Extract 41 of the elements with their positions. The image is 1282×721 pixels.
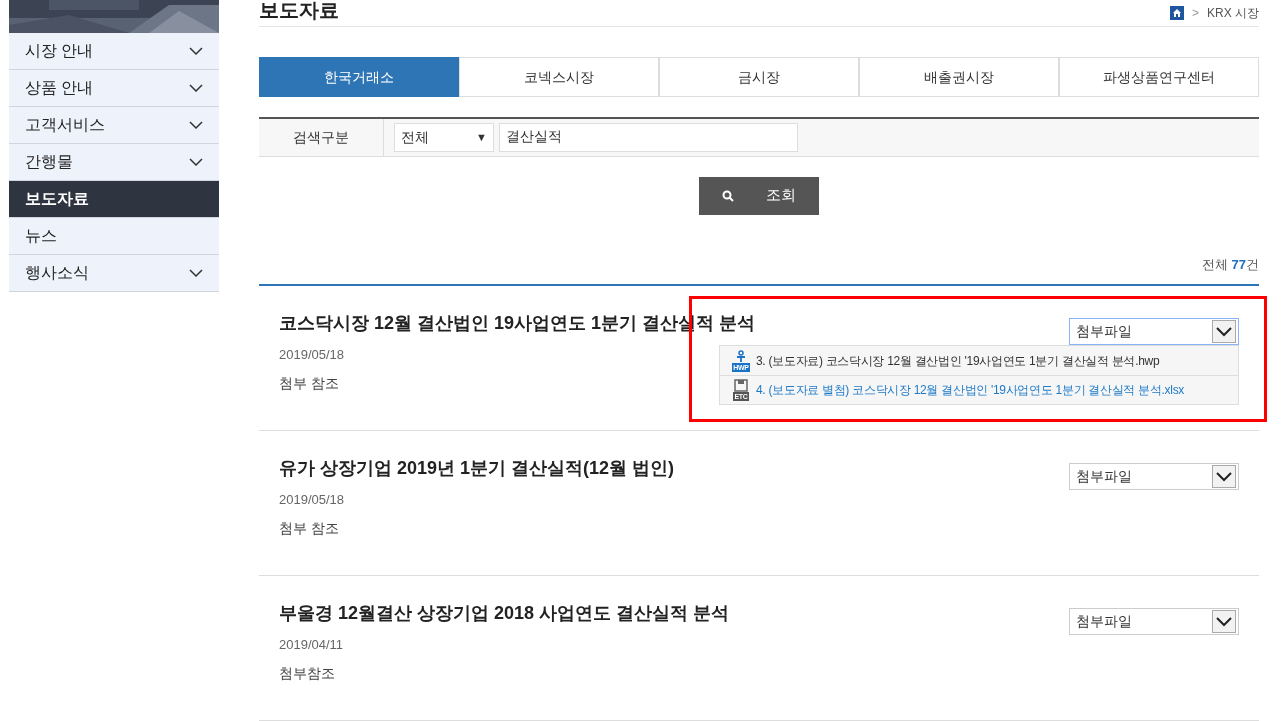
article-note: 첨부 참조 xyxy=(279,518,339,538)
sidebar-item[interactable]: 행사소식 xyxy=(9,255,219,292)
chevron-down-icon xyxy=(1212,320,1236,343)
attachment-select[interactable]: 첨부파일 xyxy=(1069,318,1239,345)
search-label: 검색구분 xyxy=(259,119,384,156)
attachment-select[interactable]: 첨부파일 xyxy=(1069,463,1239,490)
article-note: 첨부 참조 xyxy=(279,373,339,393)
attachment-select[interactable]: 첨부파일 xyxy=(1069,608,1239,635)
sidebar-item[interactable]: 보도자료 xyxy=(9,181,219,218)
breadcrumb-item[interactable]: KRX 시장 xyxy=(1207,4,1259,22)
sidebar-item[interactable]: 뉴스 xyxy=(9,218,219,255)
tab[interactable]: 코넥스시장 xyxy=(459,57,659,98)
chevron-down-icon xyxy=(189,121,203,129)
page-title: 보도자료 xyxy=(259,0,339,20)
search-field[interactable]: 결산실적 xyxy=(499,122,798,152)
category-select[interactable]: 전체 ▼ xyxy=(394,122,494,152)
chevron-down-icon xyxy=(189,84,203,92)
article-title[interactable]: 유가 상장기업 2019년 1분기 결산실적(12월 법인) xyxy=(279,455,675,482)
article-title[interactable]: 부울경 12월결산 상장기업 2018 사업연도 결산실적 분석 xyxy=(279,600,730,627)
search-icon xyxy=(722,189,734,202)
sidebar-item[interactable]: 간행물 xyxy=(9,144,219,181)
sidebar-item[interactable]: 상품 안내 xyxy=(9,70,219,107)
chevron-down-icon xyxy=(1212,610,1236,633)
tab[interactable]: 한국거래소 xyxy=(259,57,459,98)
breadcrumb-separator: > xyxy=(1190,5,1200,22)
search-button[interactable]: 조회 xyxy=(699,176,819,215)
tab[interactable]: 배출권시장 xyxy=(859,57,1059,98)
chevron-down-icon xyxy=(189,269,203,277)
article-date: 2019/05/18 xyxy=(279,346,345,364)
article-note: 첨부참조 xyxy=(279,663,335,683)
article-date: 2019/05/18 xyxy=(279,491,345,509)
total-count: 전체 77건 xyxy=(1201,255,1259,274)
chevron-down-icon xyxy=(189,158,203,166)
article-date: 2019/04/11 xyxy=(279,636,344,654)
tab[interactable]: 파생상품연구센터 xyxy=(1059,57,1259,98)
sidebar-item[interactable]: 고객서비스 xyxy=(9,107,219,144)
chevron-down-icon xyxy=(1212,465,1236,488)
tab[interactable]: 금시장 xyxy=(659,57,859,98)
chevron-down-icon xyxy=(189,47,203,55)
sidebar-item[interactable]: 시장 안내 xyxy=(9,33,219,70)
home-icon[interactable] xyxy=(1169,6,1184,20)
